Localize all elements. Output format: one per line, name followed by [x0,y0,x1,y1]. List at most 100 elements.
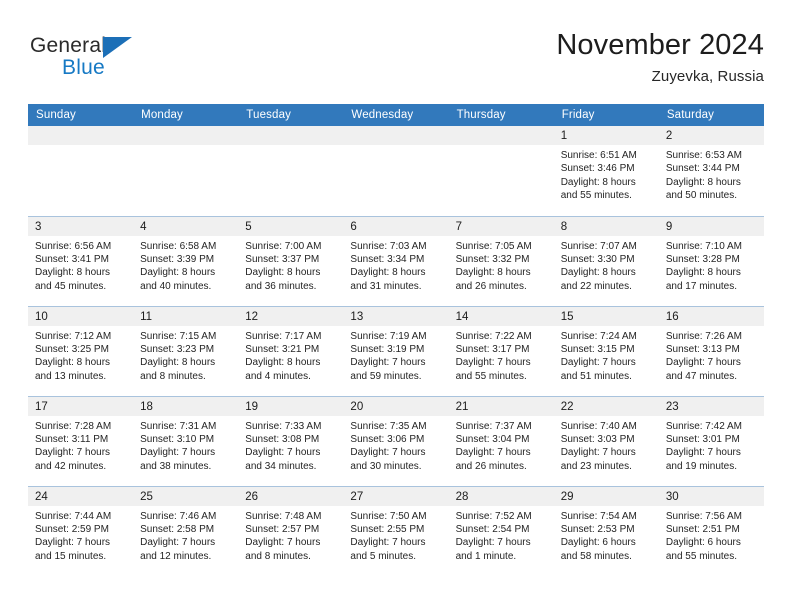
daylight-duration-line2: and 42 minutes. [35,460,107,472]
daylight-duration-line1: Daylight: 8 hours [140,267,216,279]
daylight-duration-line2: and 30 minutes. [350,460,422,472]
day-details: Sunrise: 7:40 AM Sunset: 3:03 PM Daylight:… [554,416,659,474]
calendar-day-cell[interactable]: 21 Sunrise: 7:37 AM Sunset: 3:04 PM Dayligh… [448,395,554,486]
day-number: 24 [28,486,134,506]
calendar-day-cell[interactable]: 18 Sunrise: 7:31 AM Sunset: 3:10 PM Dayligh… [133,395,239,486]
daylight-duration-line2: and 55 minutes. [665,550,738,562]
day-number: 23 [658,396,764,416]
day-number: 5 [238,216,344,236]
calendar-day-cell[interactable]: 15 Sunrise: 7:24 AM Sunset: 3:15 PM Dayligh… [553,305,659,396]
sunset-time: Sunset: 3:30 PM [560,253,635,265]
weekday-header-thursday: Thursday [448,104,554,126]
calendar-day-cell[interactable]: 3 Sunrise: 6:56 AM Sunset: 3:41 PM Daylight… [28,215,134,306]
calendar-day-cell[interactable]: 17 Sunrise: 7:28 AM Sunset: 3:11 PM Dayligh… [28,395,134,486]
calendar-day-cell[interactable]: 1 Sunrise: 6:51 AM Sunset: 3:46 PM Daylight… [553,126,659,216]
calendar-day-cell[interactable]: 9 Sunrise: 7:10 AM Sunset: 3:28 PM Daylight… [658,215,764,306]
daylight-duration-line1: Daylight: 8 hours [560,267,636,279]
calendar-day-cell[interactable]: 28 Sunrise: 7:52 AM Sunset: 2:54 PM Dayligh… [448,485,554,576]
calendar-day-cell[interactable]: 25 Sunrise: 7:46 AM Sunset: 2:58 PM Dayligh… [133,485,239,576]
calendar-day-cell[interactable]: 8 Sunrise: 7:07 AM Sunset: 3:30 PM Daylight… [553,215,659,306]
sunrise-time: Sunrise: 7:15 AM [140,330,217,342]
sunrise-time: Sunrise: 7:12 AM [35,330,112,342]
calendar-day-cell[interactable]: 4 Sunrise: 6:58 AM Sunset: 3:39 PM Daylight… [133,215,239,306]
day-number: 10 [28,306,134,326]
calendar-day-cell[interactable]: 27 Sunrise: 7:50 AM Sunset: 2:55 PM Dayligh… [343,485,449,576]
sunset-time: Sunset: 3:23 PM [140,343,215,355]
brand-name-general: General [30,34,107,57]
daylight-duration-line1: Daylight: 8 hours [245,357,321,369]
day-number: 28 [448,486,554,506]
day-details: Sunrise: 7:17 AM Sunset: 3:21 PM Daylight:… [238,326,343,384]
daylight-duration-line2: and 47 minutes. [665,370,738,382]
calendar-day-cell[interactable]: 30 Sunrise: 7:56 AM Sunset: 2:51 PM Dayligh… [658,485,764,576]
daylight-duration-line2: and 58 minutes. [560,550,632,562]
calendar-day-cell [238,126,344,216]
daylight-duration-line1: Daylight: 8 hours [35,267,111,279]
sunrise-time: Sunrise: 7:46 AM [140,510,217,522]
daylight-duration-line2: and 26 minutes. [455,280,527,292]
calendar-day-cell[interactable]: 5 Sunrise: 7:00 AM Sunset: 3:37 PM Daylight… [238,215,344,306]
day-number: 22 [553,396,659,416]
sunrise-time: Sunrise: 7:33 AM [245,420,322,432]
sunset-time: Sunset: 3:08 PM [245,433,320,445]
calendar-day-cell[interactable]: 12 Sunrise: 7:17 AM Sunset: 3:21 PM Dayligh… [238,305,344,396]
day-details: Sunrise: 7:28 AM Sunset: 3:11 PM Daylight:… [28,416,133,474]
sunrise-time: Sunrise: 7:50 AM [350,510,427,522]
calendar-week-row: 17 Sunrise: 7:28 AM Sunset: 3:11 PM Dayligh… [28,395,764,486]
daylight-duration-line1: Daylight: 8 hours [245,267,321,279]
daylight-duration-line2: and 59 minutes. [350,370,422,382]
sunset-time: Sunset: 3:46 PM [560,163,635,175]
sunrise-time: Sunrise: 7:05 AM [455,240,532,252]
calendar-day-cell[interactable]: 6 Sunrise: 7:03 AM Sunset: 3:34 PM Daylight… [343,215,449,306]
page-subtitle: Zuyevka, Russia [651,68,764,85]
calendar-day-cell[interactable]: 13 Sunrise: 7:19 AM Sunset: 3:19 PM Dayligh… [343,305,449,396]
calendar-day-cell[interactable]: 2 Sunrise: 6:53 AM Sunset: 3:44 PM Daylight… [658,126,764,216]
sunrise-time: Sunrise: 7:31 AM [140,420,217,432]
calendar-day-cell[interactable]: 10 Sunrise: 7:12 AM Sunset: 3:25 PM Dayligh… [28,305,134,396]
calendar-day-cell [28,126,134,216]
daylight-duration-line2: and 8 minutes. [245,550,311,562]
calendar-day-cell[interactable]: 29 Sunrise: 7:54 AM Sunset: 2:53 PM Dayligh… [553,485,659,576]
calendar-day-cell[interactable]: 20 Sunrise: 7:35 AM Sunset: 3:06 PM Dayligh… [343,395,449,486]
calendar-day-cell[interactable]: 26 Sunrise: 7:48 AM Sunset: 2:57 PM Dayligh… [238,485,344,576]
calendar-grid: Sunday Monday Tuesday Wednesday Thursday… [28,104,764,576]
sunrise-time: Sunrise: 7:26 AM [665,330,742,342]
daylight-duration-line1: Daylight: 7 hours [35,447,111,459]
day-details: Sunrise: 7:52 AM Sunset: 2:54 PM Daylight:… [449,506,554,564]
calendar-day-cell[interactable]: 14 Sunrise: 7:22 AM Sunset: 3:17 PM Dayligh… [448,305,554,396]
calendar-day-cell[interactable]: 22 Sunrise: 7:40 AM Sunset: 3:03 PM Dayligh… [553,395,659,486]
calendar-day-cell[interactable]: 19 Sunrise: 7:33 AM Sunset: 3:08 PM Dayligh… [238,395,344,486]
day-number [133,126,239,145]
sunrise-time: Sunrise: 7:52 AM [455,510,532,522]
day-number: 2 [658,126,764,145]
daylight-duration-line1: Daylight: 7 hours [455,447,531,459]
sunrise-time: Sunrise: 7:28 AM [35,420,112,432]
sunset-time: Sunset: 3:28 PM [665,253,740,265]
daylight-duration-line1: Daylight: 7 hours [350,357,426,369]
sunrise-time: Sunrise: 7:37 AM [455,420,532,432]
title-block: November 2024 Zuyevka, Russia [556,26,764,88]
day-details: Sunrise: 6:58 AM Sunset: 3:39 PM Daylight:… [133,236,238,294]
day-number: 4 [133,216,239,236]
daylight-duration-line1: Daylight: 7 hours [245,537,321,549]
brand-logo[interactable]: General Blue [28,34,258,90]
calendar-day-cell[interactable]: 7 Sunrise: 7:05 AM Sunset: 3:32 PM Daylight… [448,215,554,306]
calendar-week-row: 3 Sunrise: 6:56 AM Sunset: 3:41 PM Daylight… [28,215,764,306]
day-number: 1 [553,126,659,145]
day-details: Sunrise: 7:42 AM Sunset: 3:01 PM Daylight:… [659,416,764,474]
sunset-time: Sunset: 2:59 PM [35,523,109,535]
daylight-duration-line2: and 4 minutes. [245,370,311,382]
daylight-duration-line1: Daylight: 7 hours [350,447,426,459]
sunset-time: Sunset: 2:54 PM [455,523,530,535]
calendar-day-cell[interactable]: 16 Sunrise: 7:26 AM Sunset: 3:13 PM Dayligh… [658,305,764,396]
daylight-duration-line1: Daylight: 8 hours [350,267,426,279]
sunset-time: Sunset: 3:34 PM [350,253,425,265]
daylight-duration-line2: and 17 minutes. [665,280,738,292]
day-details: Sunrise: 7:12 AM Sunset: 3:25 PM Daylight:… [28,326,133,384]
calendar-day-cell[interactable]: 23 Sunrise: 7:42 AM Sunset: 3:01 PM Dayligh… [658,395,764,486]
sunrise-time: Sunrise: 7:48 AM [245,510,322,522]
calendar-day-cell[interactable]: 11 Sunrise: 7:15 AM Sunset: 3:23 PM Dayligh… [133,305,239,396]
daylight-duration-line2: and 22 minutes. [560,280,632,292]
daylight-duration-line1: Daylight: 7 hours [665,447,741,459]
calendar-day-cell[interactable]: 24 Sunrise: 7:44 AM Sunset: 2:59 PM Dayligh… [28,485,134,576]
